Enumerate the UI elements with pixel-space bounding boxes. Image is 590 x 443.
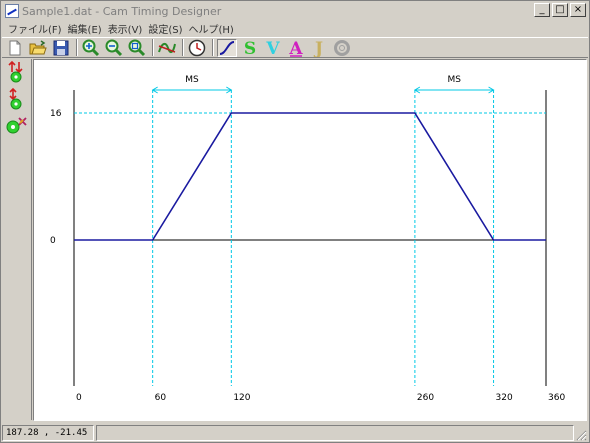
toolbar-separator [76,39,78,56]
x-tick-label: 260 [417,393,434,403]
x-tick-label: 360 [548,393,565,403]
settings-ring-icon [334,39,350,56]
open-button[interactable] [28,39,48,57]
move-up-down-button[interactable] [4,60,30,84]
displacement-icon [219,40,235,55]
tool-sidebar [2,59,32,420]
resize-grip-icon[interactable] [575,429,587,441]
app-window: Sample1.dat - Cam Timing Designer _ □ × … [0,0,590,443]
clock-button[interactable] [187,39,207,57]
displacement-button[interactable] [217,38,237,57]
velocity-v-letter: V [265,39,280,57]
maximize-button[interactable]: □ [552,3,568,17]
graph-button[interactable] [157,39,177,57]
settings-ring-button[interactable] [332,39,352,57]
open-folder-icon [29,39,47,54]
close-button[interactable]: × [570,3,586,17]
window-controls: _ □ × [534,3,586,17]
new-file-icon [9,40,21,55]
edit-point-icon [6,117,27,134]
save-button[interactable] [51,39,71,57]
save-icon [53,40,69,55]
span-label: MS [185,75,199,85]
zoom-out-button[interactable] [104,39,124,57]
x-tick-label: 120 [233,393,250,403]
move-up-down-alt-icon [9,87,22,110]
menu-settings[interactable]: 設定(S) [146,21,186,36]
move-up-down-icon [8,60,23,83]
move-up-down-alt-button[interactable] [4,87,30,111]
minimize-button[interactable]: _ [534,3,550,17]
zoom-in-icon [82,39,100,56]
jerk-j-icon: J [313,39,323,57]
toolbar: S V A J [2,37,588,58]
toolbar-separator [182,39,184,56]
status-pane-empty [96,424,574,441]
velocity-s-icon: S [244,39,256,57]
zoom-fit-icon [128,39,146,56]
menu-view[interactable]: 表示(V) [106,21,147,36]
menu-help[interactable]: ヘルプ(H) [187,21,238,36]
acceleration-a-letter: A [288,39,303,57]
span-label: MS [447,75,461,85]
cam-curve [74,112,546,241]
clock-icon [188,39,206,56]
new-file-button[interactable] [5,39,25,57]
app-icon[interactable] [5,4,19,18]
status-bar: 187.28 , -21.45 [2,423,588,442]
edit-point-button[interactable] [4,114,30,138]
y-tick-label: 0 [50,236,56,246]
velocity-s-button[interactable]: S [240,39,260,57]
zoom-fit-button[interactable] [127,39,147,57]
zoom-in-button[interactable] [81,39,101,57]
window-title: Sample1.dat - Cam Timing Designer [22,4,222,18]
jerk-j-button[interactable]: J [309,39,329,57]
x-tick-label: 0 [76,393,82,403]
velocity-v-button[interactable]: V [263,39,283,57]
toolbar-separator [152,39,154,56]
acceleration-a-icon: A [288,39,303,57]
x-tick-label: 60 [155,393,167,403]
menu-bar: ファイル(F) 編集(E) 表示(V) 設定(S) ヘルプ(H) [2,20,588,37]
graph-icon [158,42,176,53]
title-bar[interactable]: Sample1.dat - Cam Timing Designer _ □ × [2,2,588,20]
velocity-v-icon: V [265,39,280,57]
menu-edit[interactable]: 編集(E) [66,21,106,36]
toolbar-separator [212,39,214,56]
cursor-coordinates: 187.28 , -21.45 [2,424,94,441]
velocity-s-letter: S [244,39,256,57]
timing-chart-canvas[interactable]: MS MS 16 0 0 60 120 260 320 360 [33,59,587,421]
x-tick-label: 320 [496,393,513,403]
y-tick-label: 16 [50,109,62,119]
zoom-out-icon [105,39,123,56]
jerk-j-letter: J [313,39,323,57]
menu-file[interactable]: ファイル(F) [6,21,66,36]
acceleration-a-button[interactable]: A [286,39,306,57]
cam-timing-chart: MS MS 16 0 0 60 120 260 320 360 [50,75,565,403]
